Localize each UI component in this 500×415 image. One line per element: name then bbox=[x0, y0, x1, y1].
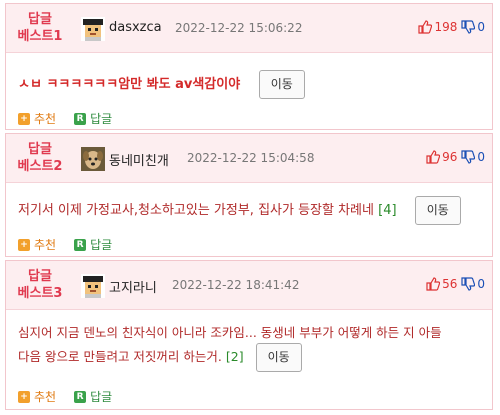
nickname[interactable]: dasxzca bbox=[109, 20, 162, 35]
recommend-button[interactable]: + 추천 bbox=[18, 236, 56, 253]
recommend-label: 추천 bbox=[34, 238, 57, 252]
upvote-count: 96 bbox=[442, 150, 458, 164]
thumbs-up-icon[interactable] bbox=[426, 150, 441, 164]
comment-header: 답글 베스트2 동네미친개 2022-12-22 15:04:58 96 0 bbox=[6, 134, 492, 183]
best-badge: 답글 베스트2 bbox=[15, 141, 65, 175]
recommend-label: 추천 bbox=[34, 390, 57, 404]
best-comment-card: 답글 베스트1 dasxzca 2022-12-22 15:06:22 198 bbox=[5, 3, 493, 130]
best-comment-card: 답글 베스트2 동네미친개 2022-12-22 15:04:58 96 0 저… bbox=[5, 133, 493, 257]
best-comments-panel: 답글 베스트1 dasxzca 2022-12-22 15:06:22 198 bbox=[0, 0, 500, 415]
comment-text-row: 저기서 이제 가정교사,청소하고있는 가정부, 집사가 등장할 차례네 [4] … bbox=[18, 196, 461, 225]
plus-icon: + bbox=[18, 112, 30, 125]
comment-header: 답글 베스트3 고지라니 2022-12-22 18:41:42 56 0 bbox=[6, 261, 492, 310]
best-label-line1: 답글 bbox=[28, 142, 52, 157]
downvote-count: 0 bbox=[477, 150, 485, 164]
reply-button[interactable]: R 답글 bbox=[74, 236, 112, 253]
comment-text-row: 심지어 지금 덴노의 친자식이 아니라 조카임... 동생네 부부가 어떻게 하… bbox=[18, 322, 442, 372]
plus-icon: + bbox=[18, 390, 30, 403]
plus-icon: + bbox=[18, 238, 30, 251]
reply-r-icon: R bbox=[74, 238, 87, 251]
nickname[interactable]: 동네미친개 bbox=[109, 150, 169, 169]
vote-counts: 96 0 bbox=[426, 150, 485, 164]
reply-count[interactable]: [4] bbox=[378, 203, 396, 218]
thumbs-down-icon[interactable] bbox=[461, 20, 476, 34]
thumbs-down-icon[interactable] bbox=[461, 150, 476, 164]
avatar[interactable] bbox=[81, 274, 105, 298]
comment-actions: + 추천 R 답글 bbox=[18, 110, 130, 127]
comment-text: ㅅㅂ ㅋㅋㅋㅋㅋㅋ암만 봐도 av색감이야 bbox=[18, 77, 241, 92]
thumbs-up-icon[interactable] bbox=[426, 277, 441, 291]
timestamp: 2022-12-22 18:41:42 bbox=[172, 278, 300, 292]
recommend-button[interactable]: + 추천 bbox=[18, 110, 56, 127]
best-label-line2: 베스트1 bbox=[17, 29, 63, 44]
reply-button[interactable]: R 답글 bbox=[74, 110, 112, 127]
comment-text-row: ㅅㅂ ㅋㅋㅋㅋㅋㅋ암만 봐도 av색감이야 이동 bbox=[18, 70, 305, 99]
downvote-count: 0 bbox=[477, 20, 485, 34]
timestamp: 2022-12-22 15:04:58 bbox=[187, 151, 315, 165]
vote-counts: 56 0 bbox=[426, 277, 485, 291]
reply-count[interactable]: [2] bbox=[226, 349, 244, 364]
vote-counts: 198 0 bbox=[418, 20, 485, 34]
upvote-count: 198 bbox=[434, 20, 458, 34]
comment-actions: + 추천 R 답글 bbox=[18, 236, 130, 253]
reply-label: 답글 bbox=[90, 112, 113, 126]
move-button[interactable]: 이동 bbox=[414, 196, 461, 225]
recommend-button[interactable]: + 추천 bbox=[18, 388, 56, 405]
comment-text: 저기서 이제 가정교사,청소하고있는 가정부, 집사가 등장할 차례네 bbox=[18, 203, 374, 218]
comment-text-line1: 심지어 지금 덴노의 친자식이 아니라 조카임... 동생네 부부가 어떻게 하… bbox=[18, 325, 442, 340]
reply-button[interactable]: R 답글 bbox=[74, 388, 112, 405]
comment-text-line2: 다음 왕으로 만들려고 저짓꺼리 하는거. bbox=[18, 349, 222, 364]
avatar[interactable] bbox=[81, 17, 105, 41]
move-button[interactable]: 이동 bbox=[258, 70, 305, 99]
move-button[interactable]: 이동 bbox=[255, 343, 302, 372]
upvote-count: 56 bbox=[442, 277, 458, 291]
reply-label: 답글 bbox=[90, 238, 113, 252]
best-badge: 답글 베스트1 bbox=[15, 11, 65, 45]
thumbs-down-icon[interactable] bbox=[461, 277, 476, 291]
downvote-count: 0 bbox=[477, 277, 485, 291]
reply-r-icon: R bbox=[74, 390, 87, 403]
best-label-line1: 답글 bbox=[28, 12, 52, 27]
nickname[interactable]: 고지라니 bbox=[109, 277, 157, 296]
thumbs-up-icon[interactable] bbox=[418, 20, 433, 34]
reply-label: 답글 bbox=[90, 390, 113, 404]
timestamp: 2022-12-22 15:06:22 bbox=[175, 21, 303, 35]
recommend-label: 추천 bbox=[34, 112, 57, 126]
best-label-line2: 베스트3 bbox=[17, 286, 63, 301]
best-comment-card: 답글 베스트3 고지라니 2022-12-22 18:41:42 56 0 심지… bbox=[5, 260, 493, 410]
comment-actions: + 추천 R 답글 bbox=[18, 388, 130, 405]
avatar[interactable] bbox=[81, 147, 105, 171]
reply-r-icon: R bbox=[74, 112, 87, 125]
best-label-line1: 답글 bbox=[28, 269, 52, 284]
best-label-line2: 베스트2 bbox=[17, 159, 63, 174]
comment-header: 답글 베스트1 dasxzca 2022-12-22 15:06:22 198 bbox=[6, 4, 492, 53]
best-badge: 답글 베스트3 bbox=[15, 268, 65, 302]
